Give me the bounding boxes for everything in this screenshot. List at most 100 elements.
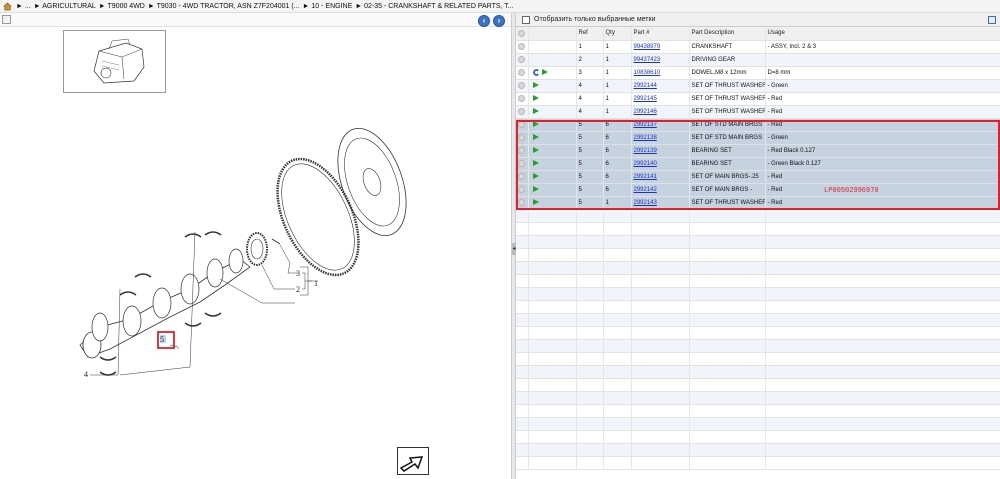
row-select-cell[interactable] xyxy=(516,105,529,119)
header-bullet-cell[interactable] xyxy=(516,27,529,41)
next-page-button[interactable]: › xyxy=(493,15,505,27)
empty-cell xyxy=(765,287,1000,301)
empty-cell xyxy=(603,339,632,353)
show-selected-only-checkbox[interactable] xyxy=(522,15,530,24)
navigate-diagram-button[interactable] xyxy=(397,447,429,475)
empty-cell xyxy=(528,326,577,340)
part-number-link[interactable]: 2992146 xyxy=(634,109,657,115)
row-select-cell[interactable] xyxy=(516,92,529,106)
part-number-link[interactable]: 10838610 xyxy=(634,70,661,76)
table-row[interactable]: 3 1 10838610 DOWEL,M8 x 12mm D=8 mm xyxy=(516,66,1000,80)
maximize-icon[interactable] xyxy=(988,16,996,24)
row-bullet-icon[interactable] xyxy=(518,94,525,102)
row-select-cell[interactable] xyxy=(516,40,529,54)
qty-cell: 1 xyxy=(603,79,632,93)
add-to-cart-arrow-icon[interactable] xyxy=(532,95,539,102)
empty-cell xyxy=(576,326,604,340)
row-icons-cell[interactable] xyxy=(528,53,577,67)
description-cell: DRIVING GEAR xyxy=(689,53,766,67)
watermark-text: LP00502996970 xyxy=(824,187,879,195)
table-row[interactable]: 1 1 99438979 CRANKSHAFT - ASSY, Incl. 2 & 3 xyxy=(516,40,1000,54)
empty-cell xyxy=(631,404,690,418)
breadcrumb-item[interactable]: ► ... xyxy=(16,3,31,10)
empty-cell xyxy=(765,456,1000,470)
table-row[interactable]: 4 1 2992144 SET OF THRUST WASHER - Green xyxy=(516,79,1000,93)
breadcrumb-item[interactable]: ► AGRICULTURAL xyxy=(34,3,96,10)
empty-cell xyxy=(631,430,690,444)
breadcrumb: ► ... ► AGRICULTURAL ► T9000 4WD ► T9030… xyxy=(0,0,1000,13)
empty-cell xyxy=(689,391,766,405)
empty-cell xyxy=(765,222,1000,236)
empty-cell xyxy=(765,430,1000,444)
empty-row xyxy=(516,313,1000,327)
callout-4[interactable]: 4 xyxy=(84,370,88,379)
empty-cell xyxy=(765,352,1000,366)
add-to-cart-arrow-icon[interactable] xyxy=(541,69,548,76)
breadcrumb-item[interactable]: ► T9000 4WD xyxy=(99,3,145,10)
select-all-icon[interactable] xyxy=(518,29,525,37)
row-icons-cell[interactable] xyxy=(528,79,577,93)
empty-cell xyxy=(528,430,577,444)
table-row[interactable]: 4 1 2992146 SET OF THRUST WASHER - Red xyxy=(516,105,1000,119)
part-number-link[interactable]: 2992144 xyxy=(634,83,657,89)
empty-cell xyxy=(603,456,632,470)
part-number-link[interactable]: 99437423 xyxy=(634,57,661,63)
row-icons-cell[interactable] xyxy=(528,66,577,80)
add-to-cart-arrow-icon[interactable] xyxy=(532,108,539,115)
row-select-cell[interactable] xyxy=(516,79,529,93)
empty-cell xyxy=(765,313,1000,327)
part-number-cell[interactable]: 99437423 xyxy=(631,53,690,67)
row-icons-cell[interactable] xyxy=(528,40,577,54)
empty-cell xyxy=(631,287,690,301)
empty-cell xyxy=(528,274,577,288)
empty-cell xyxy=(689,300,766,314)
empty-cell xyxy=(576,430,604,444)
callout-1[interactable]: 1 xyxy=(314,279,318,288)
ref-cell: 4 xyxy=(576,79,604,93)
part-number-cell[interactable]: 2992145 xyxy=(631,92,690,106)
row-bullet-icon[interactable] xyxy=(518,107,525,115)
enter-arrow-icon xyxy=(399,456,424,472)
empty-row xyxy=(516,365,1000,379)
row-icons-cell[interactable] xyxy=(528,92,577,106)
part-number-link[interactable]: 99438979 xyxy=(634,44,661,50)
callout-2[interactable]: 2 xyxy=(296,285,300,294)
zoom-fit-icon[interactable] xyxy=(2,15,11,24)
part-number-cell[interactable]: 2992144 xyxy=(631,79,690,93)
header-ref[interactable]: Ref xyxy=(576,27,604,41)
replacement-icon[interactable] xyxy=(532,68,540,76)
table-row[interactable]: 2 1 99437423 DRIVING GEAR xyxy=(516,53,1000,67)
row-bullet-icon[interactable] xyxy=(518,55,525,63)
row-icons-cell[interactable] xyxy=(528,105,577,119)
empty-row xyxy=(516,287,1000,301)
part-number-cell[interactable]: 2992146 xyxy=(631,105,690,119)
empty-cell xyxy=(603,378,632,392)
home-icon[interactable] xyxy=(3,2,12,11)
part-number-cell[interactable]: 10838610 xyxy=(631,66,690,80)
row-bullet-icon[interactable] xyxy=(518,81,525,89)
empty-cell xyxy=(631,248,690,262)
empty-cell xyxy=(603,300,632,314)
header-qty[interactable]: Qty xyxy=(603,27,632,41)
header-part[interactable]: Part # xyxy=(631,27,690,41)
prev-page-button[interactable]: ‹ xyxy=(478,15,490,27)
add-to-cart-arrow-icon[interactable] xyxy=(532,82,539,89)
breadcrumb-item[interactable]: ► 10 - ENGINE xyxy=(303,3,353,10)
header-usage[interactable]: Usage xyxy=(765,27,1000,41)
breadcrumb-item[interactable]: ► T9030 - 4WD TRACTOR, ASN Z7F204001 (..… xyxy=(148,3,300,10)
empty-cell xyxy=(576,287,604,301)
row-bullet-icon[interactable] xyxy=(518,68,525,76)
table-row[interactable]: 4 1 2992145 SET OF THRUST WASHER - Red xyxy=(516,92,1000,106)
breadcrumb-item[interactable]: ► 02-35 - CRANKSHAFT & RELATED PARTS, T.… xyxy=(355,3,513,10)
description-cell: SET OF THRUST WASHER xyxy=(689,105,766,119)
row-select-cell[interactable] xyxy=(516,53,529,67)
callout-5[interactable]: 5 xyxy=(160,335,164,344)
row-select-cell[interactable] xyxy=(516,66,529,80)
empty-cell xyxy=(576,339,604,353)
part-number-link[interactable]: 2992145 xyxy=(634,96,657,102)
part-number-cell[interactable]: 99438979 xyxy=(631,40,690,54)
row-bullet-icon[interactable] xyxy=(518,42,525,50)
ref-cell: 4 xyxy=(576,105,604,119)
header-desc[interactable]: Part Description xyxy=(689,27,766,41)
callout-3[interactable]: 3 xyxy=(296,269,300,278)
